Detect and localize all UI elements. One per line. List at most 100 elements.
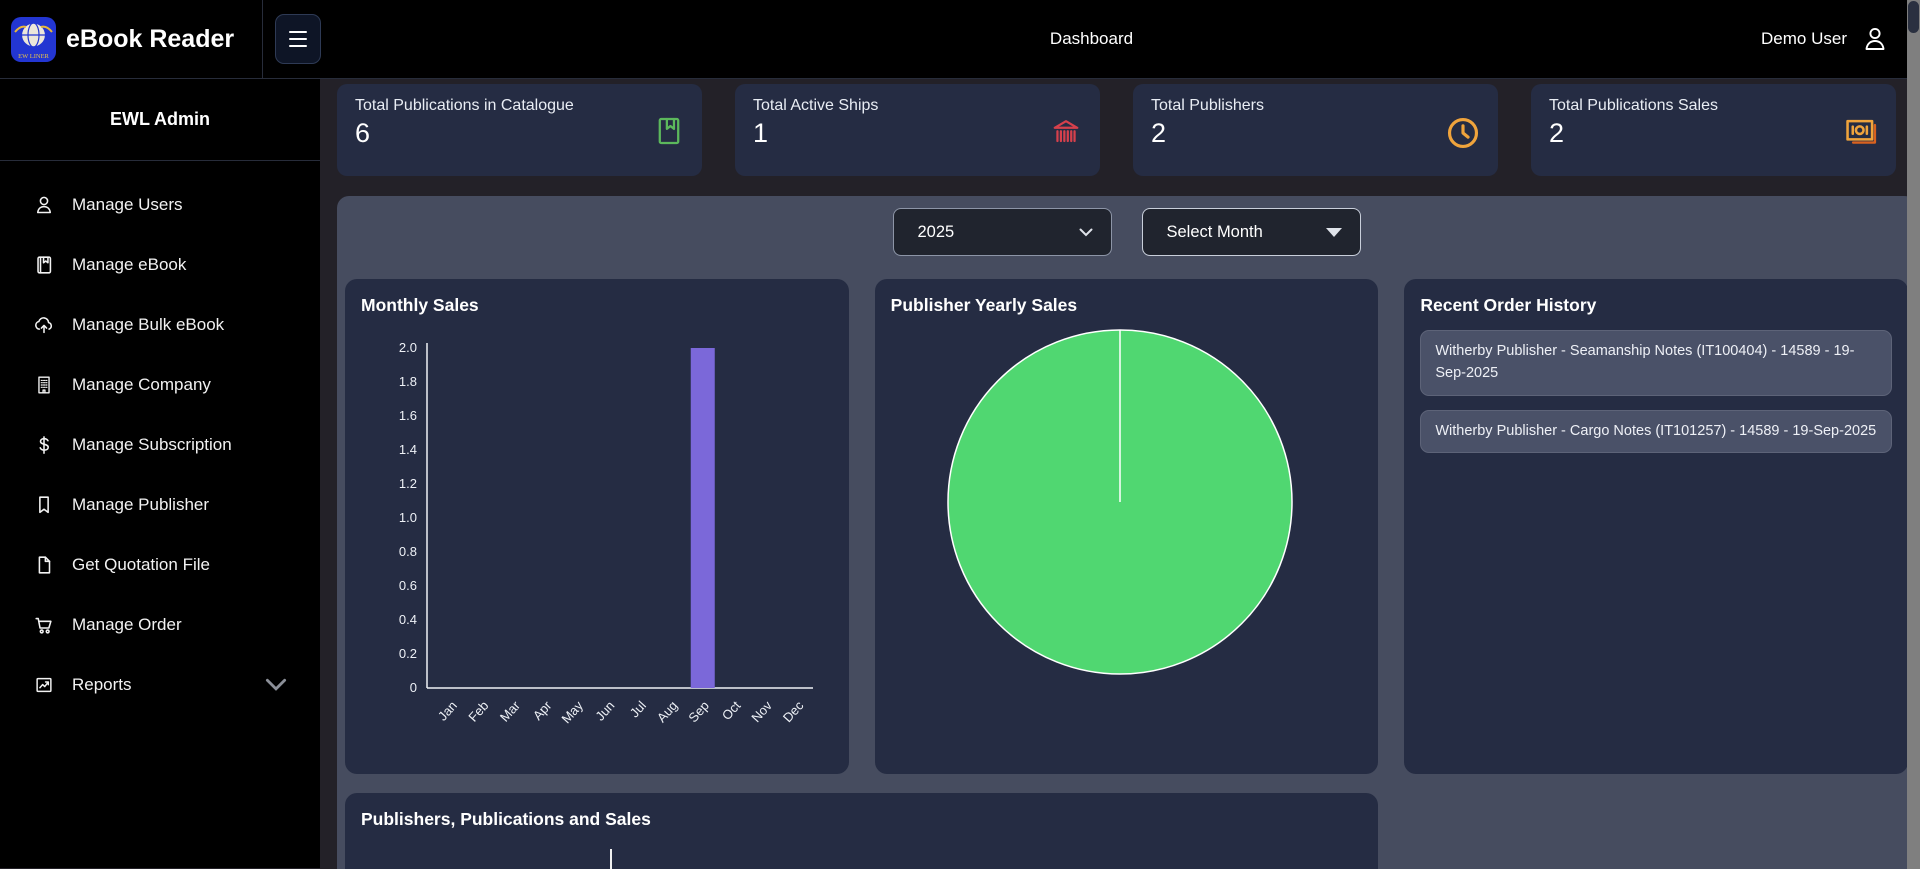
bank-icon xyxy=(1048,114,1084,150)
svg-text:0: 0 xyxy=(410,680,417,695)
svg-text:1.8: 1.8 xyxy=(399,374,417,389)
year-select[interactable]: 2025 xyxy=(893,208,1112,256)
reports-icon xyxy=(33,674,55,696)
sidebar-item-label: Manage Subscription xyxy=(72,435,232,455)
book-icon xyxy=(652,114,686,148)
cart-icon xyxy=(33,614,55,636)
company-icon xyxy=(33,374,55,396)
svg-text:0.6: 0.6 xyxy=(399,578,417,593)
sidebar-item-manage-publisher[interactable]: Manage Publisher xyxy=(33,475,320,535)
sidebar-nav: Manage Users Manage eBook Manage Bulk eB… xyxy=(0,161,320,715)
sidebar-item-label: Manage Bulk eBook xyxy=(72,315,224,335)
svg-text:Jan: Jan xyxy=(435,698,460,724)
chart-title: Monthly Sales xyxy=(361,295,833,316)
year-select-value: 2025 xyxy=(918,223,955,242)
sidebar-item-manage-ebook[interactable]: Manage eBook xyxy=(33,235,320,295)
sidebar-item-get-quotation-file[interactable]: Get Quotation File xyxy=(33,535,320,595)
stat-value: 1 xyxy=(753,118,1082,149)
sidebar-item-manage-company[interactable]: Manage Company xyxy=(33,355,320,415)
dollar-icon xyxy=(33,434,55,456)
clock-icon xyxy=(1444,114,1482,152)
hamburger-menu-button[interactable] xyxy=(275,14,321,64)
svg-text:Jun: Jun xyxy=(592,698,617,724)
month-select[interactable]: Select Month xyxy=(1142,208,1361,256)
brand: EW LINER eBook Reader xyxy=(0,0,263,78)
sidebar-item-label: Get Quotation File xyxy=(72,555,210,575)
stat-card-publications-sales: Total Publications Sales 2 xyxy=(1531,84,1896,176)
ebook-icon xyxy=(33,254,55,276)
topbar: Dashboard Demo User xyxy=(263,0,1920,78)
dashboard-panel: 2025 Select Month Monthly Sales 2.0 1.8 1.… xyxy=(337,196,1916,869)
svg-text:Sep: Sep xyxy=(685,698,712,725)
monthly-sales-bar-chart: 2.01.81.61.41.21.00.80.60.40.20JanFebMar… xyxy=(361,320,827,750)
user-icon xyxy=(33,194,55,216)
order-history-item[interactable]: Witherby Publisher - Seamanship Notes (I… xyxy=(1420,330,1892,396)
publisher-yearly-sales-card: Publisher Yearly Sales xyxy=(875,279,1379,774)
sidebar-item-manage-order[interactable]: Manage Order xyxy=(33,595,320,655)
stat-card-active-ships: Total Active Ships 1 xyxy=(735,84,1100,176)
stat-card-publishers: Total Publishers 2 xyxy=(1133,84,1498,176)
recent-order-history-card: Recent Order History Witherby Publisher … xyxy=(1404,279,1908,774)
monthly-sales-card: Monthly Sales 2.0 1.8 1.6 1.4 1.2 1.0 0.8 0.6 0.… xyxy=(345,279,849,774)
bookmark-icon xyxy=(33,494,55,516)
stat-value: 2 xyxy=(1549,118,1878,149)
sidebar-item-reports[interactable]: Reports xyxy=(33,655,320,715)
svg-text:1.4: 1.4 xyxy=(399,442,417,457)
chart-title: Publisher Yearly Sales xyxy=(891,295,1363,316)
svg-text:Nov: Nov xyxy=(748,698,775,726)
sidebar-item-manage-subscription[interactable]: Manage Subscription xyxy=(33,415,320,475)
sidebar-item-label: Manage Users xyxy=(72,195,183,215)
stat-value: 2 xyxy=(1151,118,1480,149)
sidebar-item-label: Manage Company xyxy=(72,375,211,395)
publishers-publications-sales-card: Publishers, Publications and Sales xyxy=(345,793,1378,869)
sidebar: EWL Admin Manage Users Manage eBook Mana… xyxy=(0,79,320,868)
publisher-yearly-sales-pie-chart xyxy=(891,320,1353,756)
sidebar-item-label: Manage eBook xyxy=(72,255,186,275)
svg-text:Oct: Oct xyxy=(719,698,744,723)
app-title: eBook Reader xyxy=(66,25,234,54)
svg-text:1.6: 1.6 xyxy=(399,408,417,423)
vertical-scrollbar[interactable] xyxy=(1907,0,1920,869)
sidebar-item-label: Manage Order xyxy=(72,615,182,635)
svg-text:Apr: Apr xyxy=(530,697,555,723)
stats-row: Total Publications in Catalogue 6 Total … xyxy=(337,84,1896,176)
order-history-item[interactable]: Witherby Publisher - Cargo Notes (IT1012… xyxy=(1420,410,1892,454)
svg-text:0.4: 0.4 xyxy=(399,612,417,627)
sidebar-item-manage-bulk-ebook[interactable]: Manage Bulk eBook xyxy=(33,295,320,355)
stat-label: Total Publications in Catalogue xyxy=(355,97,684,115)
svg-text:0.2: 0.2 xyxy=(399,646,417,661)
month-select-placeholder: Select Month xyxy=(1167,223,1263,242)
user-menu[interactable]: Demo User xyxy=(1761,24,1890,54)
user-avatar-icon xyxy=(1860,24,1890,54)
chart-title: Publishers, Publications and Sales xyxy=(361,809,1362,830)
section-title: Recent Order History xyxy=(1420,295,1892,316)
stat-value: 6 xyxy=(355,118,684,149)
sidebar-item-label: Reports xyxy=(72,675,132,695)
svg-text:Mar: Mar xyxy=(497,697,524,724)
stat-label: Total Active Ships xyxy=(753,97,1082,115)
globe-logo-icon: EW LINER xyxy=(11,17,56,62)
svg-text:1.2: 1.2 xyxy=(399,476,417,491)
svg-text:1.0: 1.0 xyxy=(399,510,417,525)
chart-axis-stub xyxy=(610,849,612,869)
svg-text:0.8: 0.8 xyxy=(399,544,417,559)
sidebar-item-manage-users[interactable]: Manage Users xyxy=(33,175,320,235)
user-name: Demo User xyxy=(1761,29,1847,49)
charts-row: Monthly Sales 2.0 1.8 1.6 1.4 1.2 1.0 0.8 0.6 0.… xyxy=(345,279,1908,774)
cloud-upload-icon xyxy=(33,314,55,336)
stat-label: Total Publishers xyxy=(1151,97,1480,115)
svg-text:Dec: Dec xyxy=(780,698,807,726)
stat-card-publications: Total Publications in Catalogue 6 xyxy=(337,84,702,176)
money-icon xyxy=(1842,114,1880,152)
svg-text:Jul: Jul xyxy=(627,698,649,720)
stat-label: Total Publications Sales xyxy=(1549,97,1878,115)
chevron-down-icon xyxy=(1079,228,1093,237)
triangle-down-icon xyxy=(1326,228,1342,237)
file-icon xyxy=(33,554,55,576)
page-title: Dashboard xyxy=(1050,29,1133,49)
header: EW LINER eBook Reader Dashboard Demo Use… xyxy=(0,0,1920,79)
svg-text:Aug: Aug xyxy=(654,698,681,725)
svg-text:May: May xyxy=(558,698,586,727)
scrollbar-thumb[interactable] xyxy=(1908,1,1919,33)
svg-text:2.0: 2.0 xyxy=(399,340,417,355)
